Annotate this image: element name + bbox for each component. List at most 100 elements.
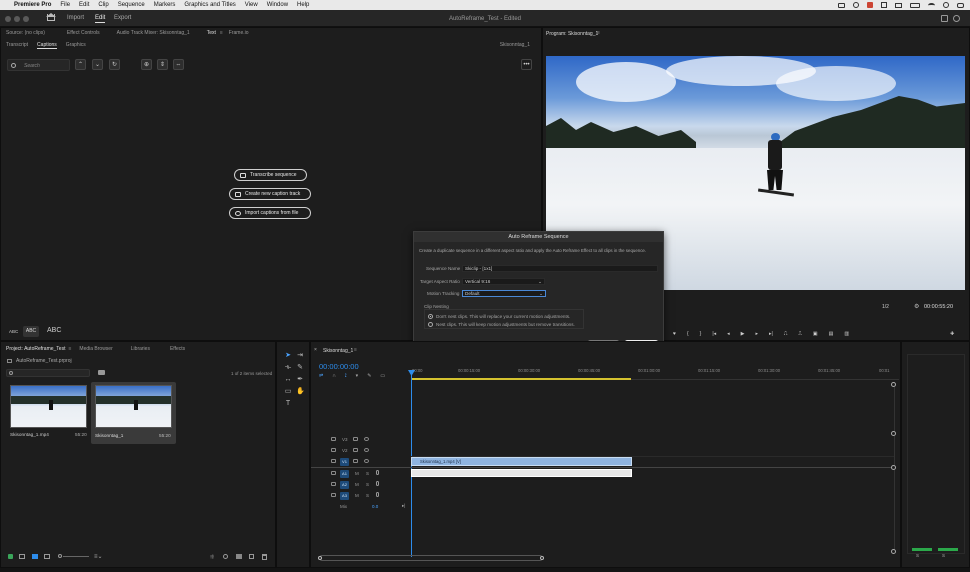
zoom-slider-handle[interactable] [58, 554, 62, 558]
lock-icon[interactable] [331, 459, 336, 463]
menu-view[interactable]: View [245, 2, 258, 8]
settings-wrench-icon[interactable]: ⚙ [914, 303, 919, 310]
tab-audio-mixer[interactable]: Audio Track Mixer: Skisonntag_1 [117, 30, 190, 36]
nav-import[interactable]: Import [67, 15, 84, 21]
freeform-view-icon[interactable] [44, 554, 50, 559]
pen-tool-icon[interactable]: ✒ [296, 376, 304, 384]
step-back-icon[interactable]: ◂ [727, 331, 730, 337]
status-icon[interactable] [895, 2, 902, 8]
track-select-tool-icon[interactable]: ⇥ [296, 352, 304, 360]
project-search-input[interactable] [6, 369, 90, 377]
menu-clip[interactable]: Clip [98, 2, 108, 8]
mute-icon[interactable]: M [355, 493, 359, 498]
go-to-end-icon[interactable]: ▸| [402, 503, 405, 509]
tab-project[interactable]: Project: AutoReframe_Test [6, 346, 65, 352]
mic-icon[interactable] [376, 481, 379, 486]
comparison-view-icon[interactable]: ▤ [829, 331, 834, 337]
radio-dont-nest[interactable] [428, 314, 433, 319]
trash-icon[interactable] [262, 554, 267, 560]
ripple-edit-tool-icon[interactable]: ⟛ [284, 364, 292, 372]
horizontal-scrollbar[interactable] [318, 555, 544, 561]
previous-icon[interactable]: ⌃ [75, 59, 86, 70]
wifi-icon[interactable] [928, 2, 935, 8]
search-icon[interactable] [943, 2, 949, 8]
menu-file[interactable]: File [60, 2, 70, 8]
lock-icon[interactable] [331, 482, 336, 486]
tab-captions[interactable]: Captions [37, 42, 57, 49]
sequence-name-field[interactable]: Skiclip - [1x1] [462, 265, 658, 272]
sync-lock-icon[interactable] [353, 437, 358, 441]
mix-value[interactable]: 0.0 [372, 504, 378, 509]
play-icon[interactable]: ▶ [741, 331, 745, 337]
aspect-ratio-select[interactable]: Vertical 9:16 ⌄ [462, 278, 545, 285]
type-tool-icon[interactable]: T [284, 400, 292, 408]
tab-effect-controls[interactable]: Effect Controls [67, 30, 100, 36]
go-to-in-icon[interactable]: |◂ [712, 331, 716, 337]
create-caption-track-button[interactable]: Create new caption track [229, 188, 311, 200]
zoom-select[interactable]: 1/2 [882, 304, 889, 310]
video-clip[interactable]: Skisonntag_1.mp4 [V] [411, 457, 632, 466]
tab-effects[interactable]: Effects [170, 346, 185, 352]
timeline-timecode[interactable]: 00:00:00:00 [319, 362, 359, 371]
track-target-a3[interactable]: A3 [340, 492, 349, 500]
tab-frameio[interactable]: Frame.io [229, 30, 249, 36]
status-icon[interactable] [838, 2, 845, 8]
tab-text[interactable]: Text [207, 30, 216, 36]
go-to-out-icon[interactable]: ▸| [769, 331, 773, 337]
status-icon[interactable] [881, 2, 887, 8]
lock-icon[interactable] [331, 437, 336, 441]
menu-markers[interactable]: Markers [154, 2, 176, 8]
snap-icon[interactable]: ∩ [332, 373, 336, 380]
track-target-a1[interactable]: A1 [340, 470, 349, 478]
track-target-v1[interactable]: V1 [340, 458, 349, 466]
timeline-tab[interactable]: Skisonntag_1 [323, 348, 353, 354]
abc-medium-label[interactable]: ABC [23, 326, 39, 337]
control-center-icon[interactable] [957, 2, 964, 8]
mute-icon[interactable]: M [355, 482, 359, 487]
list-view-icon[interactable] [19, 554, 25, 559]
solo-left[interactable]: S [916, 553, 919, 558]
more-options-icon[interactable]: ••• [521, 59, 532, 70]
motion-tracking-select[interactable]: Default ⌄ [462, 290, 546, 297]
scroll-handle[interactable] [891, 549, 896, 554]
menu-edit[interactable]: Edit [79, 2, 89, 8]
menu-window[interactable]: Window [267, 2, 288, 8]
menu-sequence[interactable]: Sequence [118, 2, 145, 8]
menu-help[interactable]: Help [297, 2, 309, 8]
find-icon[interactable] [223, 554, 228, 559]
mic-icon[interactable] [376, 492, 379, 497]
new-bin-icon[interactable] [98, 370, 105, 375]
caption-search-input[interactable]: Search [7, 59, 70, 71]
menu-app[interactable]: Premiere Pro [14, 2, 51, 8]
slip-tool-icon[interactable]: ↔ [284, 376, 292, 384]
quick-export-icon[interactable] [941, 15, 948, 22]
tab-transcript[interactable]: Transcript [6, 42, 28, 48]
abc-small-label[interactable]: ABC [9, 329, 18, 334]
program-tab[interactable]: Program: Skisonntag_1 [546, 31, 598, 37]
pencil-icon[interactable] [8, 554, 13, 559]
solo-icon[interactable]: S [366, 493, 369, 498]
nav-export[interactable]: Export [114, 15, 131, 21]
lock-icon[interactable] [331, 493, 336, 497]
timeline-settings-icon[interactable]: ✎ [367, 373, 371, 380]
solo-icon[interactable]: S [366, 471, 369, 476]
zoom-slider-track[interactable] [63, 556, 89, 557]
panel-menu-icon[interactable]: ≡ [68, 346, 71, 352]
new-item-icon[interactable] [249, 554, 254, 559]
lock-icon[interactable] [331, 448, 336, 452]
caption-track-icon[interactable]: ▭ [380, 373, 385, 380]
selection-tool-icon[interactable]: ➤ [284, 352, 292, 360]
export-frame-icon[interactable]: ▣ [813, 331, 818, 337]
panel-menu-icon[interactable]: ≡ [354, 347, 357, 353]
audio-clip[interactable] [411, 469, 632, 477]
panel-menu-icon[interactable]: ≡ [220, 30, 223, 36]
tab-media-browser[interactable]: Media Browser [79, 346, 112, 352]
icon-view-icon[interactable] [32, 554, 38, 559]
eye-icon[interactable] [364, 448, 369, 452]
mic-icon[interactable] [376, 470, 379, 475]
scroll-handle-left[interactable] [318, 556, 322, 560]
eye-icon[interactable] [364, 459, 369, 463]
mark-out-icon[interactable]: } [700, 331, 702, 337]
nav-edit[interactable]: Edit [95, 15, 106, 23]
tab-graphics[interactable]: Graphics [66, 42, 86, 48]
